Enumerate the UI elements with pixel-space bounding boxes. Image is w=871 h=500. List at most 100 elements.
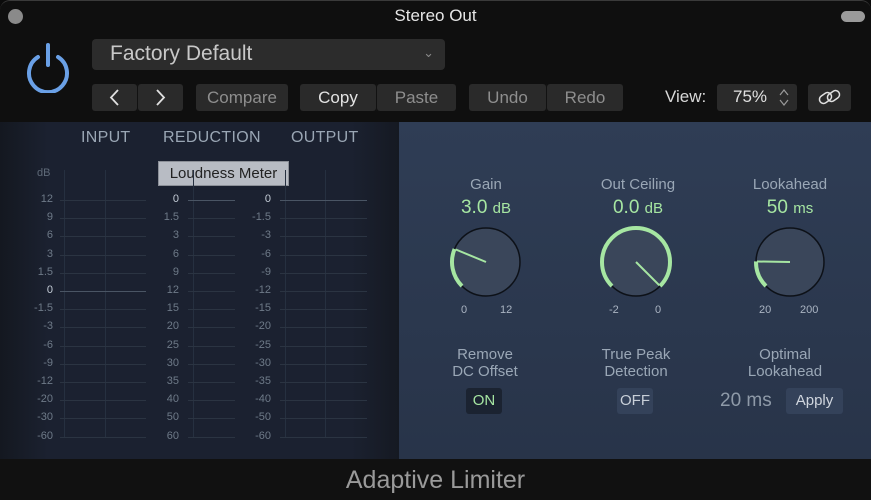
reduction-scale-label: 35 bbox=[166, 375, 179, 387]
previous-preset-button[interactable] bbox=[92, 84, 137, 111]
gain-number: 3.0 bbox=[460, 197, 488, 218]
lookahead-value: 50 ms bbox=[710, 197, 870, 219]
reduction-scale-gridline bbox=[188, 364, 235, 365]
out-ceiling-max-label: 0 bbox=[655, 304, 662, 316]
redo-button[interactable]: Redo bbox=[547, 84, 623, 111]
remove-dc-line2: DC Offset bbox=[452, 363, 518, 380]
next-preset-button[interactable] bbox=[138, 84, 183, 111]
input-scale-gridline bbox=[60, 400, 146, 401]
db-unit-label: dB bbox=[37, 167, 51, 179]
input-scale-label: -9 bbox=[43, 356, 53, 369]
input-scale-gridline bbox=[60, 200, 146, 201]
input-scale-gridline bbox=[60, 255, 146, 256]
lookahead-number: 50 bbox=[766, 197, 788, 218]
optimal-lookahead-line2: Lookahead bbox=[747, 363, 823, 380]
true-peak-line1: True Peak bbox=[601, 346, 671, 363]
window-resize-pill[interactable] bbox=[841, 11, 865, 22]
lookahead-knob[interactable] bbox=[750, 222, 830, 302]
lookahead-unit: ms bbox=[793, 200, 814, 217]
output-scale-gridline bbox=[280, 255, 367, 256]
input-scale-gridline bbox=[60, 364, 146, 365]
input-scale-gridline bbox=[60, 218, 146, 219]
input-scale-label: 3 bbox=[46, 247, 53, 260]
lookahead-min-label: 20 bbox=[759, 304, 772, 316]
paste-button[interactable]: Paste bbox=[377, 84, 456, 111]
output-scale-gridline bbox=[280, 236, 367, 237]
output-scale-gridline bbox=[280, 200, 367, 201]
gain-unit: dB bbox=[492, 200, 512, 217]
input-scale-label: -60 bbox=[37, 429, 53, 442]
reduction-scale-label: 3 bbox=[172, 229, 179, 242]
input-scale-gridline bbox=[60, 273, 146, 274]
output-scale-gridline bbox=[280, 382, 367, 383]
reduction-scale-gridline bbox=[188, 382, 235, 383]
view-label: View: bbox=[665, 87, 707, 106]
preset-dropdown[interactable]: Factory Default ⌄ bbox=[92, 39, 445, 70]
out-ceiling-number: 0.0 bbox=[612, 197, 640, 218]
output-scale-gridline bbox=[280, 400, 367, 401]
reduction-scale-gridline bbox=[188, 346, 235, 347]
gain-title: Gain bbox=[470, 176, 502, 193]
controls-panel: Gain 3.0 dB 0 12 Out Ceiling 0.0 dB -2 0… bbox=[399, 122, 871, 459]
reduction-scale-label: 25 bbox=[166, 338, 179, 351]
view-zoom-select[interactable]: 75% bbox=[717, 84, 797, 111]
reduction-scale-gridline bbox=[188, 400, 235, 401]
reduction-scale-gridline bbox=[188, 255, 235, 256]
remove-dc-offset-toggle[interactable]: ON bbox=[466, 388, 502, 414]
meters-panel: INPUT REDUCTION OUTPUT Loudness Meter dB… bbox=[0, 122, 399, 459]
reduction-scale-gridline bbox=[188, 218, 235, 219]
input-scale-label: 12 bbox=[40, 193, 53, 205]
chevron-down-icon: ⌄ bbox=[423, 45, 434, 60]
output-scale-label: 0 bbox=[264, 193, 271, 205]
plugin-name: Adaptive Limiter bbox=[345, 466, 526, 494]
apply-button[interactable]: Apply bbox=[786, 388, 843, 414]
reduction-scale-label: 30 bbox=[166, 356, 179, 369]
reduction-scale-label: 12 bbox=[166, 284, 179, 296]
output-scale-gridline bbox=[280, 364, 367, 365]
reduction-scale-label: 9 bbox=[172, 265, 179, 278]
reduction-scale-label: 60 bbox=[166, 429, 179, 442]
output-scale-label: -50 bbox=[255, 411, 271, 424]
input-scale-gridline bbox=[60, 418, 146, 419]
output-scale-label: -12 bbox=[255, 284, 271, 296]
out-ceiling-knob[interactable] bbox=[596, 222, 676, 302]
output-scale-label: -15 bbox=[255, 302, 271, 315]
view-zoom-value: 75% bbox=[733, 87, 768, 106]
power-icon bbox=[27, 43, 69, 95]
optimal-lookahead-label: Optimal Lookahead bbox=[705, 346, 865, 380]
plugin-window: Stereo Out Factory Default ⌄ Compare Cop… bbox=[0, 0, 871, 500]
loudness-meter-button[interactable]: Loudness Meter bbox=[158, 161, 289, 186]
reduction-scale-label: 1.5 bbox=[163, 211, 179, 224]
input-meter-header: INPUT bbox=[81, 129, 131, 146]
reduction-scale-label: 6 bbox=[172, 247, 179, 260]
reduction-meter-header: REDUCTION bbox=[163, 129, 261, 146]
gain-knob[interactable] bbox=[446, 222, 526, 302]
input-scale-gridline bbox=[60, 327, 146, 328]
output-scale-label: -1.5 bbox=[252, 211, 271, 224]
reduction-meter-vline bbox=[193, 170, 194, 437]
input-scale-label: 6 bbox=[46, 229, 53, 242]
link-button[interactable] bbox=[808, 84, 851, 111]
input-scale-gridline bbox=[60, 346, 146, 347]
input-scale-label: -12 bbox=[37, 375, 53, 387]
output-scale-gridline bbox=[280, 291, 367, 292]
power-button[interactable] bbox=[22, 41, 74, 95]
out-ceiling-unit: dB bbox=[644, 200, 664, 217]
chevron-right-icon bbox=[156, 89, 166, 106]
copy-button[interactable]: Copy bbox=[300, 84, 376, 111]
true-peak-detection-toggle[interactable]: OFF bbox=[617, 388, 653, 414]
gain-max-label: 12 bbox=[500, 304, 513, 316]
link-icon bbox=[818, 89, 841, 105]
compare-button[interactable]: Compare bbox=[196, 84, 288, 111]
output-scale-gridline bbox=[280, 346, 367, 347]
output-scale-label: -6 bbox=[261, 247, 271, 260]
input-scale-label: -3 bbox=[43, 320, 53, 333]
footer: Adaptive Limiter bbox=[0, 459, 871, 500]
undo-button[interactable]: Undo bbox=[469, 84, 546, 111]
output-scale-gridline bbox=[280, 327, 367, 328]
lookahead-title: Lookahead bbox=[752, 176, 828, 193]
input-scale-gridline bbox=[60, 437, 146, 438]
output-meter-vline bbox=[325, 170, 326, 437]
reduction-scale-label: 40 bbox=[166, 393, 179, 406]
input-meter-vline bbox=[64, 170, 65, 437]
